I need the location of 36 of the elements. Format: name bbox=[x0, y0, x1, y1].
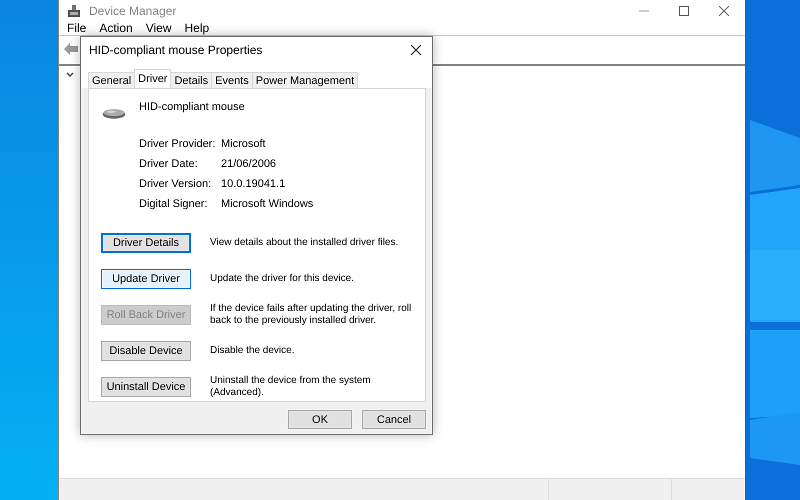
menu-item[interactable]: Action bbox=[99, 21, 133, 35]
action-description: Update the driver for this device. bbox=[210, 273, 355, 285]
property-value: 10.0.19041.1 bbox=[221, 178, 286, 190]
property-value: Microsoft bbox=[221, 138, 267, 150]
property-label: Driver Version: bbox=[139, 178, 212, 190]
close-icon[interactable] bbox=[411, 45, 421, 55]
dialog-title: HID-compliant mouse Properties bbox=[89, 43, 262, 57]
property-label: Driver Date: bbox=[139, 158, 199, 170]
dialog-button[interactable]: Cancel bbox=[362, 410, 426, 429]
action-description: View details about the installed driver files. bbox=[210, 237, 400, 249]
action-description: Uninstall the device from the system (Advanced). bbox=[210, 375, 372, 399]
menu-item[interactable]: File bbox=[67, 21, 86, 35]
property-label: Digital Signer: bbox=[139, 198, 208, 210]
property-value: Microsoft Windows bbox=[221, 198, 314, 210]
tab[interactable]: Details bbox=[170, 72, 212, 88]
mouse-icon bbox=[101, 107, 127, 120]
property-value: 21/06/2006 bbox=[221, 158, 278, 170]
tab[interactable]: General bbox=[88, 72, 136, 88]
device-name: HID-compliant mouse bbox=[139, 101, 245, 113]
chevron-icon[interactable] bbox=[66, 72, 74, 78]
action-description: Disable the device. bbox=[210, 345, 296, 357]
action-button[interactable]: Uninstall Device bbox=[101, 377, 191, 397]
window-title: Device Manager bbox=[89, 4, 176, 18]
back-arrow-icon[interactable] bbox=[64, 42, 78, 54]
action-button[interactable]: Disable Device bbox=[101, 341, 191, 361]
action-button[interactable]: Update Driver bbox=[101, 269, 191, 289]
tab[interactable]: Power Management bbox=[252, 72, 358, 88]
menu-item[interactable]: View bbox=[146, 21, 172, 35]
dialog-button[interactable]: OK bbox=[288, 410, 352, 429]
action-button[interactable]: Driver Details bbox=[101, 233, 191, 253]
computer-icon bbox=[67, 4, 81, 18]
maximize-icon[interactable] bbox=[679, 6, 689, 16]
action-description: If the device fails after updating the driver, roll back to the previously installed driver. bbox=[210, 303, 412, 327]
menu-item[interactable]: Help bbox=[184, 21, 210, 35]
tab[interactable]: Events bbox=[211, 72, 253, 88]
property-label: Driver Provider: bbox=[139, 138, 216, 150]
